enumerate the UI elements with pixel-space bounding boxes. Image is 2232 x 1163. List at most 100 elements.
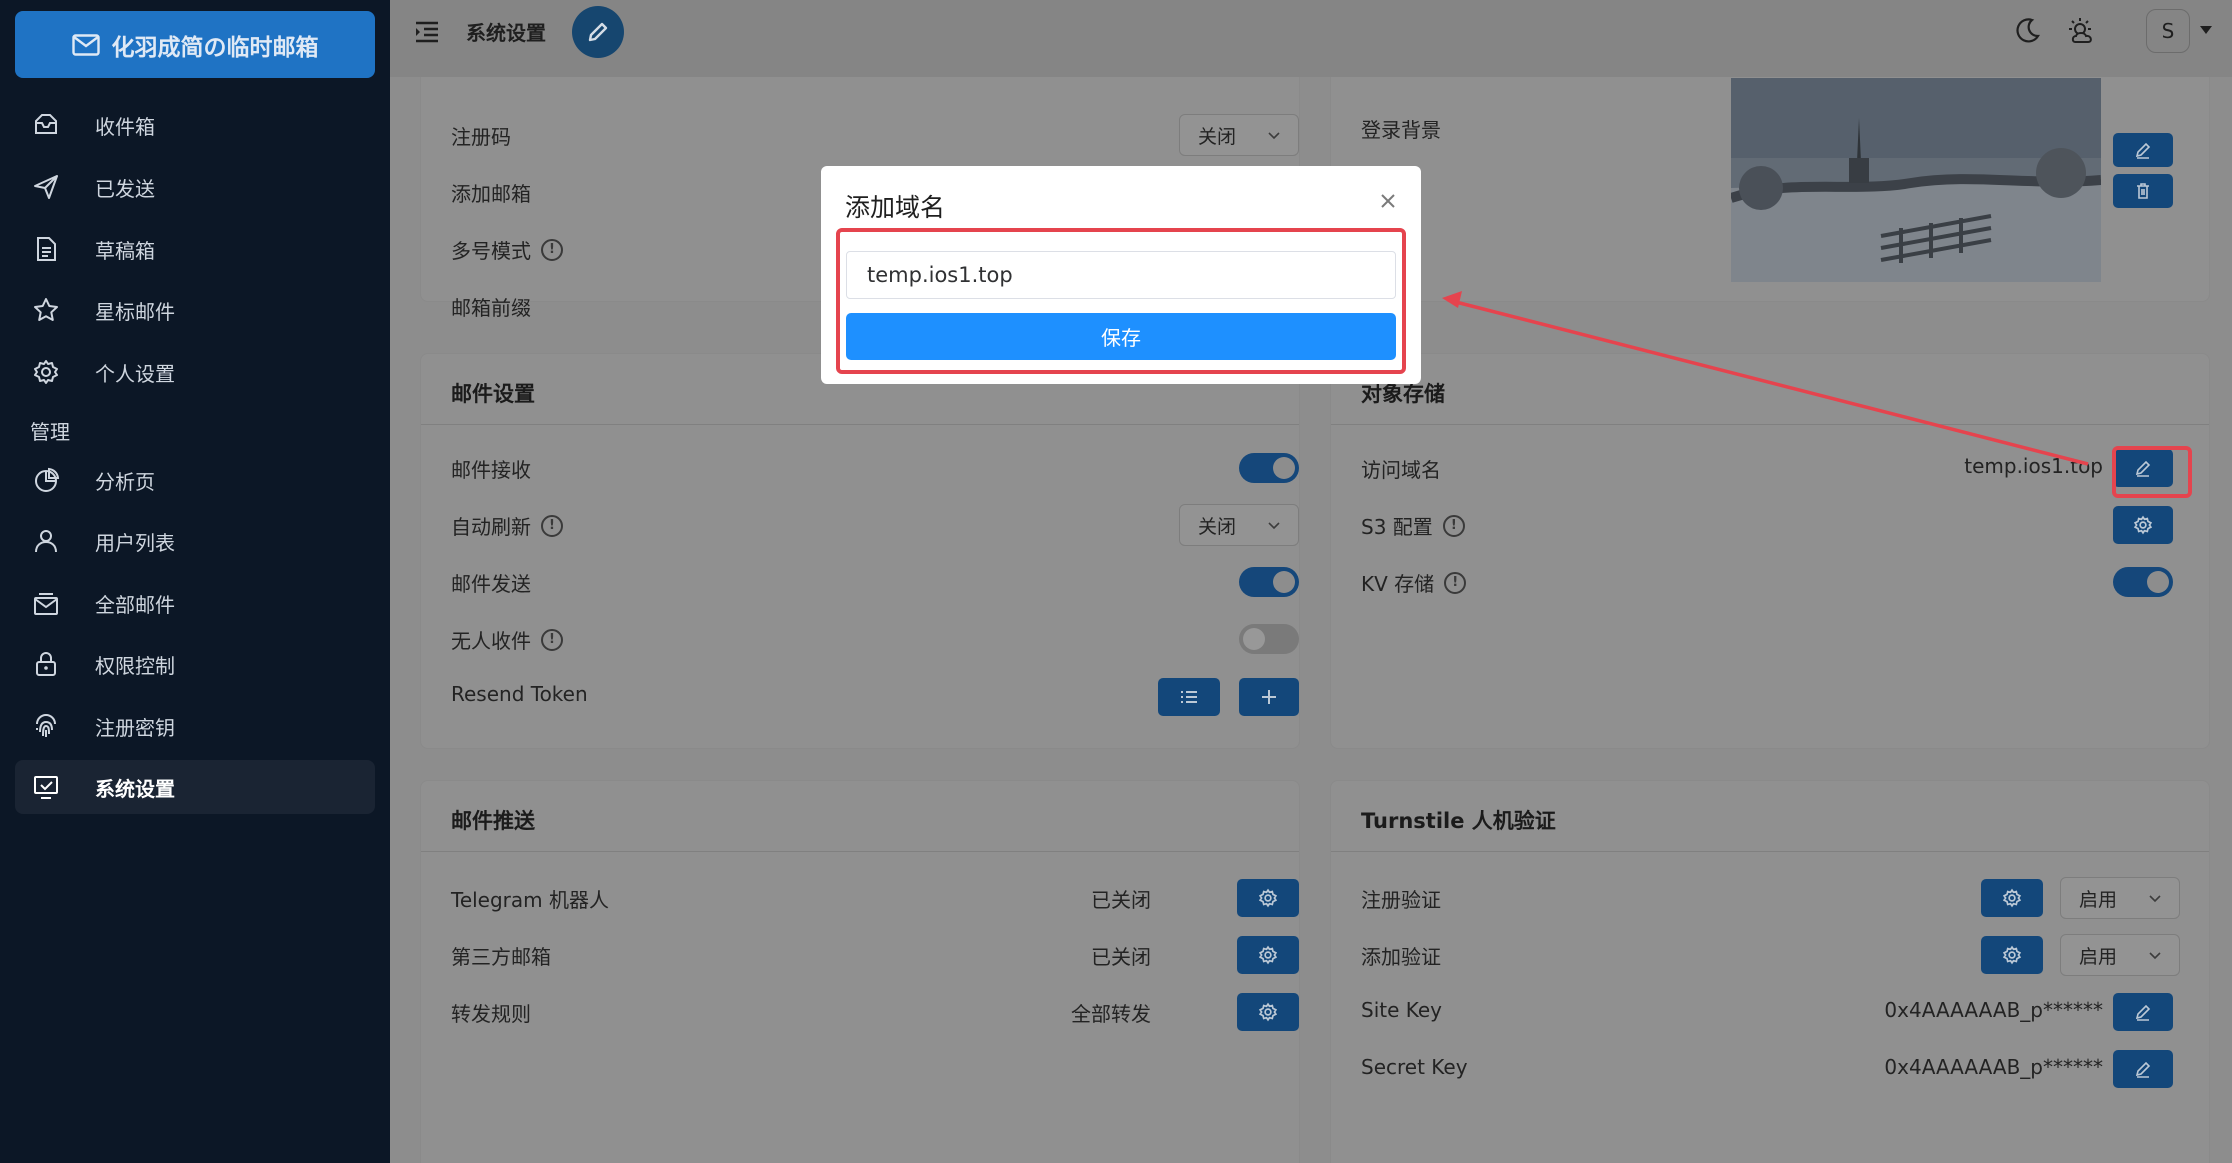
register-code-label: 注册码	[451, 125, 511, 149]
sidebar-item-system-settings[interactable]: 系统设置	[15, 760, 375, 814]
sidebar-item-label: 收件箱	[95, 114, 155, 139]
info-icon[interactable]: !	[1442, 514, 1465, 537]
resend-token-list-button[interactable]	[1158, 678, 1220, 716]
chevron-down-icon	[2149, 895, 2161, 903]
no-recipient-toggle[interactable]	[1239, 624, 1299, 654]
sidebar-item-label: 注册密钥	[95, 715, 175, 740]
lock-icon	[31, 649, 61, 679]
login-background-image	[1731, 78, 2101, 282]
edit-secret-key-button[interactable]	[2113, 1050, 2173, 1088]
sidebar-item-personal-settings[interactable]: 个人设置	[15, 345, 375, 399]
plus-icon	[1262, 690, 1276, 704]
add-verify-select[interactable]: 启用	[2060, 934, 2180, 976]
edit-background-button[interactable]	[2113, 133, 2173, 167]
register-code-select[interactable]: 关闭	[1179, 114, 1299, 156]
highlight-edit-domain	[2112, 446, 2192, 498]
sidebar-item-starred[interactable]: 星标邮件	[15, 283, 375, 337]
avatar[interactable]: S	[2146, 9, 2190, 53]
card-divider	[1331, 851, 2209, 852]
gear-icon	[2133, 515, 2153, 535]
secret-key-label: Secret Key	[1361, 1055, 1468, 1079]
auto-refresh-label: 自动刷新 !	[451, 511, 563, 540]
telegram-bot-settings-button[interactable]	[1237, 879, 1299, 917]
mail-icon	[71, 33, 100, 56]
sidebar-item-label: 已发送	[95, 176, 155, 201]
edit-site-key-button[interactable]	[2113, 993, 2173, 1031]
s3-config-settings-button[interactable]	[2113, 506, 2173, 544]
no-recipient-label: 无人收件 !	[451, 625, 563, 654]
sidebar-item-analytics[interactable]: 分析页	[15, 453, 375, 507]
edit-page-button[interactable]	[572, 6, 624, 58]
forward-rules-status: 全部转发	[1071, 1002, 1151, 1026]
gear-icon	[1258, 888, 1278, 908]
theme-sun-cloud-icon[interactable]	[2066, 16, 2100, 52]
sidebar-item-label: 星标邮件	[95, 299, 175, 324]
fingerprint-icon	[31, 711, 61, 741]
select-value: 关闭	[1198, 515, 1237, 538]
object-storage-card: 对象存储 访问域名 temp.ios1.top S3 配置 ! KV 存储 !	[1330, 353, 2210, 749]
auto-refresh-text: 自动刷新	[451, 515, 531, 539]
monitor-check-icon	[31, 772, 61, 802]
sidebar-item-permissions[interactable]: 权限控制	[15, 637, 375, 691]
user-icon	[31, 526, 61, 556]
info-icon[interactable]: !	[1444, 571, 1467, 594]
mail-push-title: 邮件推送	[451, 809, 535, 833]
register-verify-label: 注册验证	[1361, 888, 1441, 912]
mail-receive-toggle[interactable]	[1239, 453, 1299, 483]
app-logo-button[interactable]: 化羽成简の临时邮箱	[15, 11, 375, 78]
third-party-mail-status: 已关闭	[1091, 945, 1151, 969]
info-icon[interactable]: !	[541, 514, 563, 537]
third-party-mail-settings-button[interactable]	[1237, 936, 1299, 974]
sidebar-item-all-mail[interactable]: 全部邮件	[15, 576, 375, 630]
close-icon[interactable]	[1375, 188, 1401, 214]
select-value: 关闭	[1198, 125, 1237, 148]
sidebar-item-register-keys[interactable]: 注册密钥	[15, 699, 375, 753]
chevron-down-icon[interactable]	[2200, 26, 2212, 34]
info-icon[interactable]: !	[541, 238, 563, 261]
forward-rules-settings-button[interactable]	[1237, 993, 1299, 1031]
mail-stack-icon	[31, 588, 61, 618]
menu-fold-icon[interactable]	[414, 20, 440, 48]
auto-refresh-select[interactable]: 关闭	[1179, 504, 1299, 546]
telegram-bot-label: Telegram 机器人	[451, 888, 609, 912]
multi-account-label: 多号模式 !	[451, 235, 563, 264]
pencil-icon	[588, 22, 608, 42]
sidebar-item-inbox[interactable]: 收件箱	[15, 98, 375, 152]
sidebar-item-drafts[interactable]: 草稿箱	[15, 222, 375, 276]
pencil-icon	[2135, 1004, 2151, 1021]
pie-chart-icon	[31, 465, 61, 495]
trash-icon	[2137, 183, 2149, 199]
register-verify-settings-button[interactable]	[1981, 879, 2043, 917]
sidebar-section-label: 管理	[30, 420, 70, 444]
sidebar-item-sent[interactable]: 已发送	[15, 160, 375, 214]
gear-icon	[1258, 1002, 1278, 1022]
access-domain-label: 访问域名	[1361, 458, 1441, 482]
chevron-down-icon	[2149, 952, 2161, 960]
sidebar-item-label: 全部邮件	[95, 592, 175, 617]
select-value: 启用	[2079, 945, 2118, 968]
delete-background-button[interactable]	[2113, 174, 2173, 208]
telegram-bot-status: 已关闭	[1091, 888, 1151, 912]
kv-storage-toggle[interactable]	[2113, 567, 2173, 597]
mail-receive-label: 邮件接收	[451, 458, 531, 482]
chevron-down-icon	[1268, 132, 1280, 140]
info-icon[interactable]: !	[541, 628, 563, 651]
sidebar-item-label: 分析页	[95, 469, 155, 494]
login-background-label: 登录背景	[1361, 118, 1441, 142]
register-verify-select[interactable]: 启用	[2060, 877, 2180, 919]
sidebar: 化羽成简の临时邮箱 收件箱 已发送 草稿箱 星标邮件 个人设置 管理 分析页 用…	[0, 0, 390, 1163]
s3-config-label: S3 配置 !	[1361, 511, 1465, 540]
sidebar-item-users[interactable]: 用户列表	[15, 514, 375, 568]
mail-push-card: 邮件推送 Telegram 机器人 已关闭 第三方邮箱 已关闭 转发规则 全部转…	[420, 780, 1300, 1163]
save-button[interactable]: 保存	[846, 313, 1396, 360]
kv-storage-text: KV 存储	[1361, 572, 1435, 596]
add-verify-settings-button[interactable]	[1981, 936, 2043, 974]
top-header: 系统设置 S	[390, 0, 2232, 77]
dark-mode-moon-icon[interactable]	[2012, 16, 2042, 50]
domain-input[interactable]	[846, 251, 1396, 299]
resend-token-add-button[interactable]	[1239, 678, 1299, 716]
no-recipient-text: 无人收件	[451, 629, 531, 653]
mail-send-toggle[interactable]	[1239, 567, 1299, 597]
sidebar-item-label: 权限控制	[95, 653, 175, 678]
sidebar-item-label: 个人设置	[95, 361, 175, 386]
